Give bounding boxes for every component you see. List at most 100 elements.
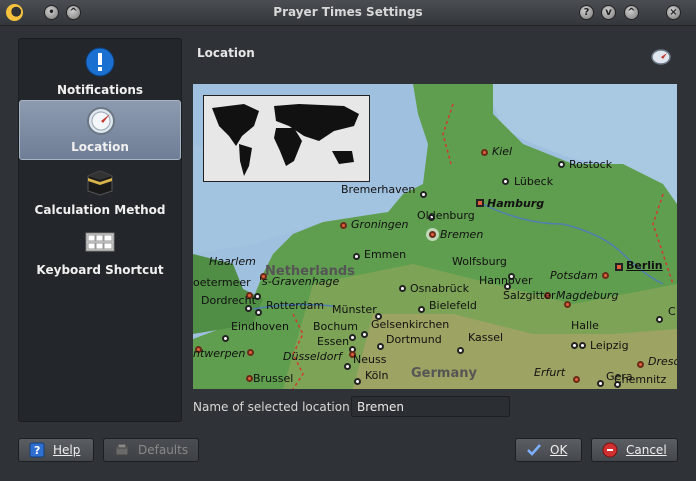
city-label: Wolfsburg — [452, 255, 507, 268]
city-label: Halle — [571, 319, 599, 332]
city-marker[interactable] — [222, 335, 229, 342]
city-marker[interactable] — [344, 363, 351, 370]
city-marker[interactable] — [637, 361, 644, 368]
page-title: Location — [197, 46, 255, 60]
city-label: Neuss — [353, 353, 387, 366]
help-question-icon[interactable]: ? — [579, 5, 594, 20]
city-label: Brussel — [253, 372, 294, 385]
city-marker[interactable] — [558, 161, 565, 168]
location-map[interactable]: Kiel Rostock Lübeck Hamburg Bremerhaven Olden… — [193, 84, 677, 389]
city-label: Bielefeld — [429, 299, 477, 312]
keyboard-keys-icon — [85, 232, 115, 252]
help-label: Help — [53, 443, 81, 457]
settings-sidebar: Notifications Location Calculation Metho… — [18, 38, 182, 422]
city-label: Emmen — [364, 248, 407, 261]
city-marker[interactable] — [354, 378, 361, 385]
city-marker[interactable] — [353, 253, 360, 260]
sidebar-item-calculation-method[interactable]: Calculation Method — [19, 162, 181, 222]
city-label: Bremerhaven — [341, 183, 416, 196]
city-label: Chemnitz — [614, 373, 667, 386]
maximize-chevron-icon[interactable]: ^ — [624, 5, 639, 20]
city-label: Kassel — [468, 331, 504, 344]
city-marker[interactable] — [564, 301, 571, 308]
selected-location-field[interactable] — [351, 396, 510, 417]
sidebar-item-location[interactable]: Location — [19, 100, 181, 160]
city-label: Osnabrück — [410, 282, 469, 295]
city-label: Haarlem — [209, 255, 256, 268]
city-label: Eindhoven — [231, 320, 289, 333]
city-marker[interactable] — [399, 285, 406, 292]
city-label: Oldenburg — [417, 209, 475, 222]
checkmark-icon — [527, 444, 541, 456]
city-marker[interactable] — [656, 316, 663, 323]
city-marker[interactable] — [579, 342, 586, 349]
city-label: Hamburg — [487, 197, 545, 210]
sidebar-item-label: Calculation Method — [34, 203, 166, 217]
city-label: Groningen — [351, 218, 409, 231]
title-bar: • ^ Prayer Times Settings ? v ^ × — [0, 0, 696, 26]
cancel-button[interactable]: Cancel — [591, 438, 678, 462]
defaults-label: Defaults — [138, 443, 189, 457]
world-minimap[interactable] — [203, 95, 370, 182]
city-marker[interactable] — [597, 380, 604, 387]
country-label: Netherlands — [265, 264, 355, 279]
city-label: oetermeer — [193, 276, 251, 289]
compass-icon — [651, 49, 671, 65]
country-label: Germany — [411, 366, 477, 381]
city-marker[interactable] — [457, 347, 464, 354]
city-label: Rostock — [569, 158, 613, 171]
city-label: Bremen — [440, 228, 484, 241]
city-label: Essen — [317, 335, 350, 348]
city-label: Hannover — [479, 274, 533, 287]
sidebar-item-keyboard-shortcut[interactable]: Keyboard Shortcut — [19, 222, 181, 282]
city-label: Leipzig — [590, 339, 629, 352]
city-marker[interactable] — [255, 309, 262, 316]
defaults-reset-icon — [115, 443, 129, 456]
kaaba-icon — [87, 170, 113, 196]
sidebar-item-label: Location — [71, 140, 129, 154]
selected-location-label: Name of selected location: — [193, 400, 354, 414]
city-label: Berlin — [626, 259, 663, 272]
city-marker[interactable] — [615, 263, 623, 271]
defaults-button[interactable]: Defaults — [103, 438, 199, 462]
ok-button[interactable]: OK — [515, 438, 582, 462]
cancel-stop-icon — [602, 442, 618, 458]
city-label: Kiel — [492, 145, 513, 158]
city-marker[interactable] — [476, 199, 484, 207]
city-marker[interactable] — [377, 343, 384, 350]
svg-text:?: ? — [34, 444, 40, 457]
city-label: Lübeck — [514, 175, 554, 188]
city-label: Münster — [332, 303, 377, 316]
help-button[interactable]: ? Help — [18, 438, 94, 462]
city-marker[interactable] — [340, 222, 347, 229]
city-marker[interactable] — [602, 272, 609, 279]
city-label: Magdeburg — [556, 289, 619, 302]
city-marker[interactable] — [361, 331, 368, 338]
city-marker[interactable] — [429, 231, 436, 238]
city-marker[interactable] — [349, 334, 356, 341]
compass-icon — [87, 107, 115, 135]
sidebar-item-label: Notifications — [56, 83, 144, 97]
city-marker[interactable] — [246, 375, 253, 382]
cancel-label: Cancel — [626, 443, 667, 457]
city-marker[interactable] — [420, 191, 427, 198]
city-label: Köln — [365, 369, 389, 382]
close-icon[interactable]: × — [666, 5, 681, 20]
help-question-icon: ? — [29, 442, 45, 458]
city-marker[interactable] — [573, 376, 580, 383]
city-marker[interactable] — [481, 149, 488, 156]
city-label: ntwerpen — [193, 347, 246, 360]
city-marker[interactable] — [502, 178, 509, 185]
city-marker[interactable] — [571, 342, 578, 349]
city-marker[interactable] — [418, 306, 425, 313]
city-label: Erfurt — [534, 366, 566, 379]
city-marker[interactable] — [247, 349, 254, 356]
info-exclamation-icon — [85, 47, 115, 77]
sidebar-item-notifications[interactable]: Notifications — [19, 42, 181, 102]
minimize-chevron-icon[interactable]: v — [601, 5, 616, 20]
ok-label: OK — [550, 443, 568, 457]
city-label: Dordrecht — [201, 294, 256, 307]
sidebar-item-label: Keyboard Shortcut — [36, 263, 164, 277]
city-label: Salzgitter — [503, 289, 556, 302]
city-label: Potsdam — [550, 269, 598, 282]
